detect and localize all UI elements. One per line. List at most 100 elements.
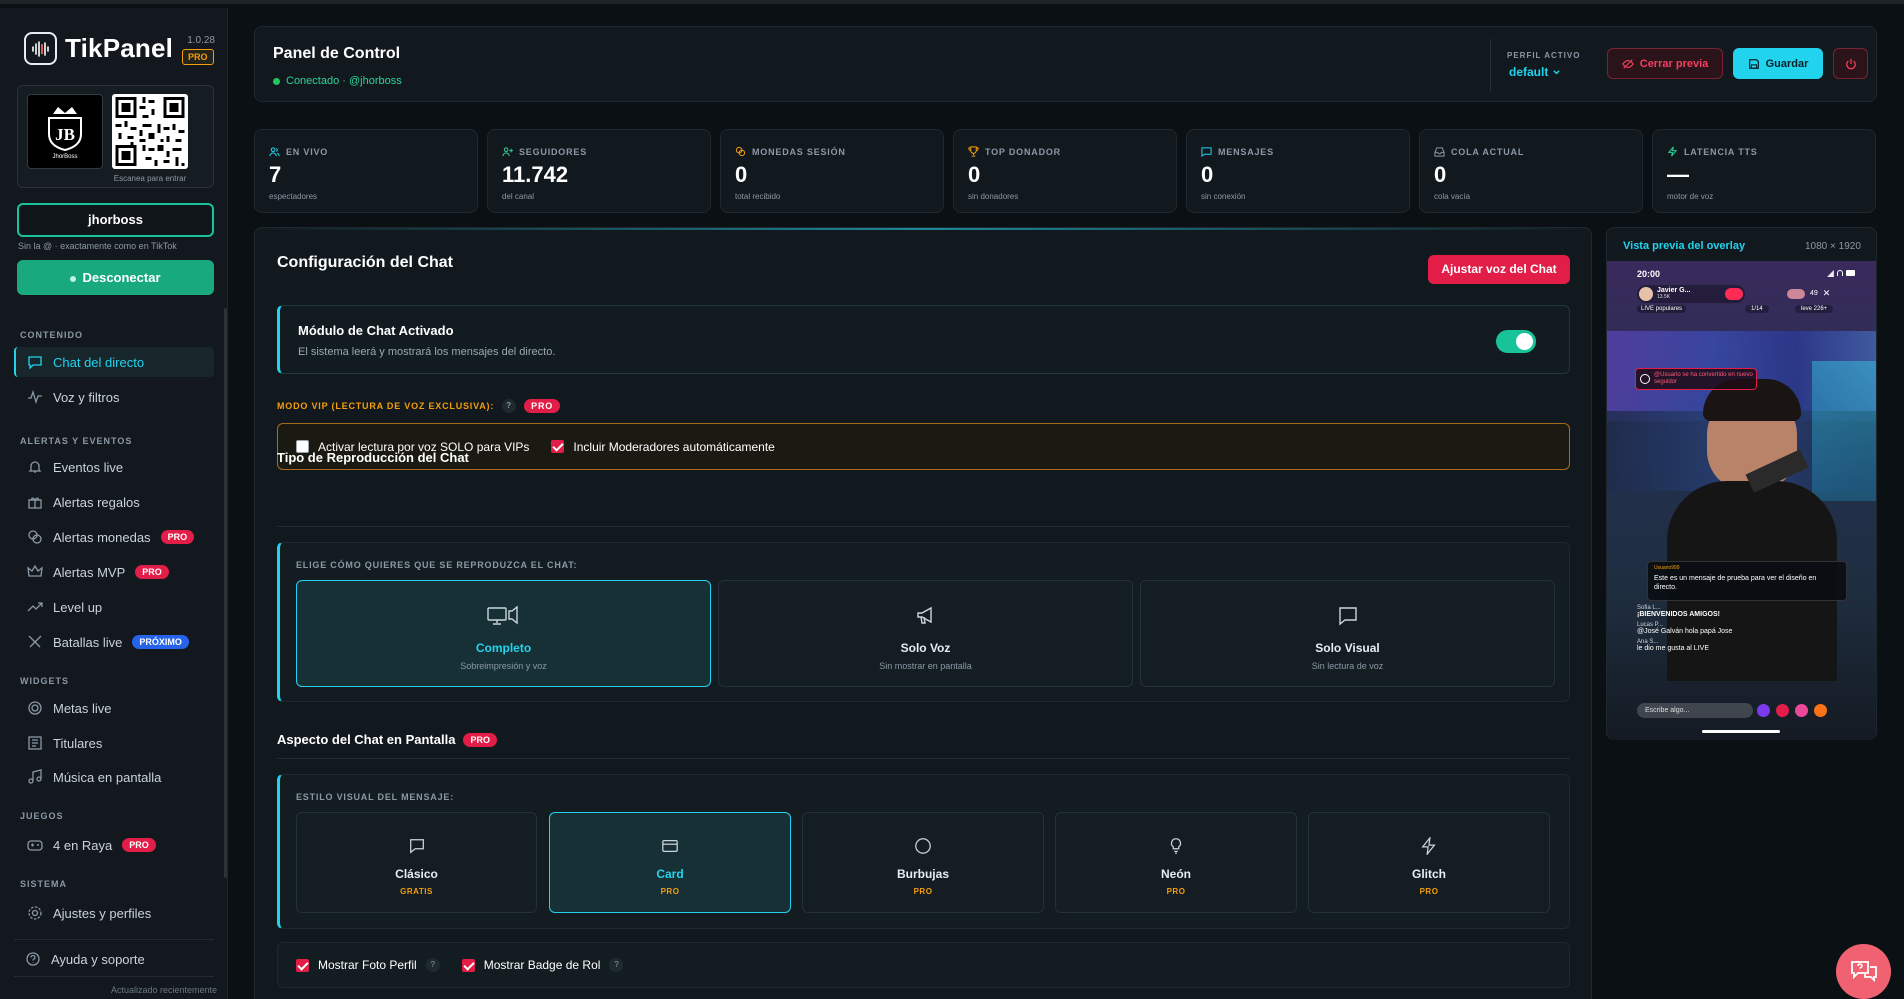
sidebar-item-label: Titulares (53, 735, 103, 751)
sidebar-item-ayuda[interactable]: Ayuda y soporte (12, 944, 212, 974)
style-option-glitch[interactable]: Glitch PRO (1308, 812, 1550, 913)
nav-section-juegos: JUEGOS (20, 811, 64, 821)
share-icon[interactable] (1757, 704, 1770, 717)
sidebar-item-chat[interactable]: Chat del directo (14, 347, 214, 377)
home-indicator (1702, 730, 1780, 733)
sidebar-item-metas[interactable]: Metas live (14, 693, 214, 723)
save-button[interactable]: Guardar (1733, 48, 1823, 79)
divider (277, 758, 1570, 759)
coins-icon (735, 146, 746, 157)
gift-icon[interactable] (1795, 704, 1808, 717)
bell-icon (28, 461, 42, 473)
sidebar-item-label: Alertas monedas (53, 529, 151, 545)
sidebar-item-titulares[interactable]: Titulares (14, 728, 214, 758)
zap-icon (1421, 837, 1436, 855)
stat-value: 7 (269, 162, 282, 187)
qr-code-icon (115, 97, 185, 166)
pro-tier-badge: PRO (182, 49, 214, 65)
sidebar-item-label: 4 en Raya (53, 837, 113, 853)
comment-input[interactable]: Escribe algo... (1637, 703, 1753, 718)
sidebar-item-mvp[interactable]: Alertas MVP PRO (14, 557, 214, 587)
help-circle-icon (26, 952, 40, 966)
include-mods-option[interactable]: Incluir Moderadores automáticamente (551, 440, 775, 454)
sidebar-item-label: Voz y filtros (53, 389, 120, 405)
stat-sub: motor de voz (1667, 192, 1714, 201)
sidebar-item-ajustes[interactable]: Ajustes y perfiles (14, 898, 214, 928)
sidebar-item-monedas[interactable]: Alertas monedas PRO (14, 522, 214, 552)
adjust-voice-button[interactable]: Ajustar voz del Chat (1428, 255, 1570, 284)
stat-card-latencia: LATENCIA TTS — motor de voz (1652, 129, 1876, 213)
include-mods-checkbox[interactable] (551, 440, 565, 453)
rose-icon[interactable] (1776, 704, 1789, 717)
avatar: JB JhorBoss (27, 94, 103, 169)
show-role-badge-checkbox[interactable] (461, 958, 475, 972)
level-tag: leve 226+ (1795, 305, 1834, 313)
style-option-clasico[interactable]: Clásico GRATIS (296, 812, 537, 913)
style-option-card[interactable]: Card PRO (549, 812, 791, 913)
follow-alert: @Usuario se ha convertido en nuevo segui… (1635, 368, 1757, 390)
close-icon[interactable]: ✕ (1823, 288, 1831, 299)
users-icon (269, 147, 280, 157)
style-option-neon[interactable]: Neón PRO (1055, 812, 1297, 913)
appearance-title: Aspecto del Chat en Pantalla PRO (277, 732, 497, 747)
follow-heart-icon[interactable] (1725, 288, 1743, 300)
option-title: Burbujas (896, 867, 949, 881)
help-icon[interactable]: ? (502, 399, 517, 413)
chevron-down-icon (1553, 69, 1561, 74)
host-name: Javier G... (1657, 287, 1691, 294)
sidebar-item-levelup[interactable]: Level up (14, 592, 214, 622)
profile-select[interactable]: default (1509, 65, 1561, 79)
sidebar-item-label: Alertas MVP (53, 564, 126, 580)
display-options-row: Mostrar Foto Perfil? Mostrar Badge de Ro… (277, 942, 1570, 988)
heart-icon[interactable] (1814, 704, 1827, 717)
option-title: Clásico (395, 867, 438, 881)
username-input[interactable]: jhorboss (17, 203, 214, 237)
qr-code[interactable] (112, 94, 188, 169)
stat-value: 0 (735, 162, 748, 187)
sidebar-item-voz[interactable]: Voz y filtros (14, 382, 214, 412)
status-dot-icon (70, 275, 77, 282)
sidebar-item-4enraya[interactable]: 4 en Raya PRO (14, 830, 214, 860)
overlay-message: Este es un mensaje de prueba para ver el… (1654, 575, 1817, 591)
chat-bubble-icon (1338, 607, 1357, 626)
show-photo-option[interactable]: Mostrar Foto Perfil? (296, 958, 440, 972)
disconnect-button[interactable]: Desconectar (17, 260, 214, 295)
gear-icon (28, 906, 42, 920)
help-icon[interactable]: ? (609, 958, 624, 972)
connection-status-text: Conectado · @jhorboss (286, 75, 402, 87)
panel-label: ESTILO VISUAL DEL MENSAJE: (296, 792, 454, 802)
stat-value: 0 (1434, 162, 1447, 187)
stat-sub: total recibido (735, 192, 781, 201)
sidebar-scrollbar[interactable] (224, 308, 227, 878)
playback-option-completo[interactable]: Completo Sobreimpresión y voz (296, 580, 711, 687)
sidebar-item-eventos[interactable]: Eventos live (14, 452, 214, 482)
nav-section-alertas: ALERTAS Y EVENTOS (20, 436, 133, 446)
swords-icon (28, 635, 42, 648)
help-icon[interactable]: ? (425, 958, 440, 972)
brand-name: TikPanel (65, 33, 174, 63)
viewer-count-text: 49 (1810, 290, 1818, 297)
option-subtitle: Sobreimpresión y voz (460, 661, 547, 671)
eye-off-icon (1621, 58, 1634, 69)
sidebar-item-regalos[interactable]: Alertas regalos (14, 487, 214, 517)
sidebar-item-batallas[interactable]: Batallas live PRÓXIMO (14, 627, 214, 657)
stat-card-monedas: MONEDAS SESIÓN 0 total recibido (720, 129, 944, 213)
close-preview-button[interactable]: Cerrar previa (1607, 48, 1723, 79)
stat-label: TOP DONADOR (985, 146, 1061, 157)
stat-sub: sin donadores (968, 192, 1019, 201)
power-button[interactable] (1833, 48, 1868, 79)
profile-value: default (1509, 65, 1549, 79)
style-option-burbujas[interactable]: Burbujas PRO (802, 812, 1044, 913)
nav-section-sistema: SISTEMA (20, 879, 68, 889)
panel-label: ELIGE CÓMO QUIERES QUE SE REPRODUZCA EL … (296, 560, 578, 570)
profile-card: JB JhorBoss Escanea para entrar (17, 85, 214, 188)
chat-module-toggle[interactable] (1496, 330, 1536, 353)
playback-option-solo-visual[interactable]: Solo Visual Sin lectura de voz (1140, 580, 1555, 687)
connection-status: Conectado · @jhorboss (273, 75, 402, 87)
action-icons (1757, 704, 1827, 717)
support-chat-button[interactable] (1836, 944, 1891, 999)
sidebar-item-musica[interactable]: Música en pantalla (14, 762, 214, 792)
playback-option-solo-voz[interactable]: Solo Voz Sin mostrar en pantalla (718, 580, 1133, 687)
show-photo-checkbox[interactable] (296, 958, 309, 972)
show-role-badge-option[interactable]: Mostrar Badge de Rol? (461, 958, 624, 972)
